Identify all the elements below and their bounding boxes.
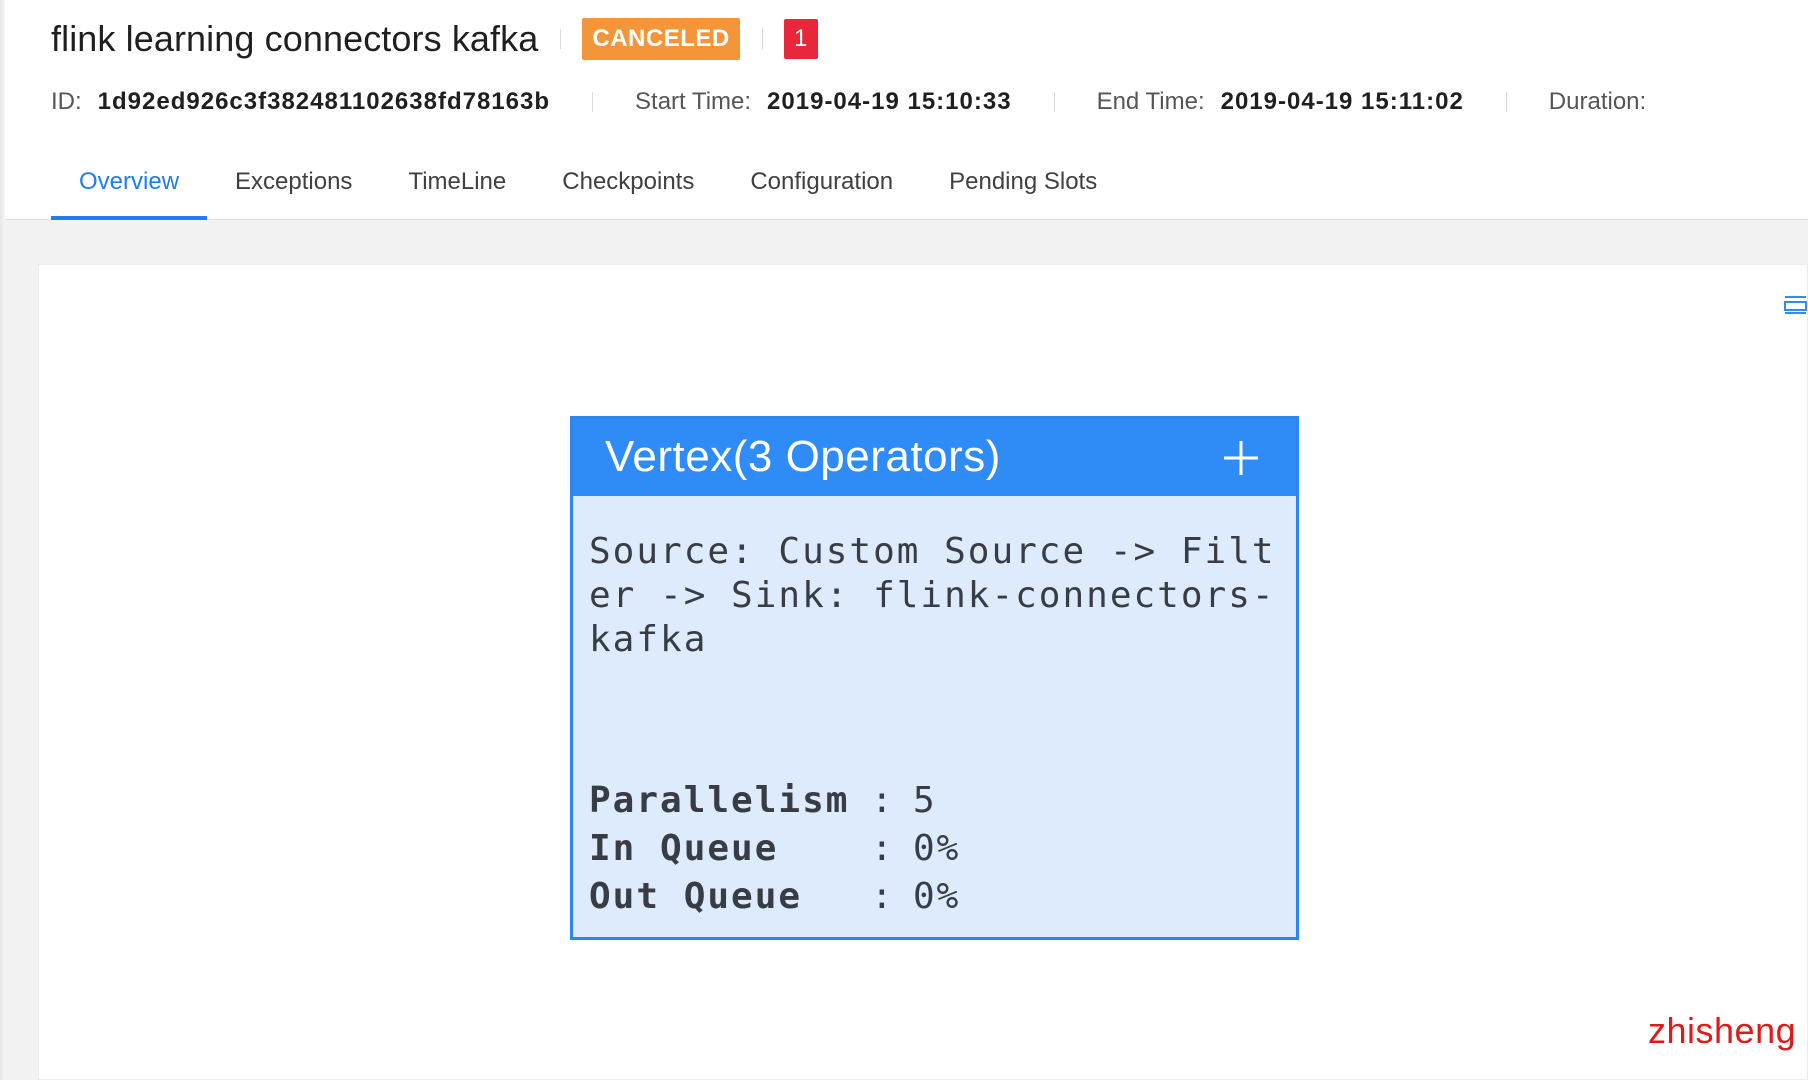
tab-bar: Overview Exceptions TimeLine Checkpoints…: [51, 148, 1125, 220]
task-count-badge: 1: [783, 19, 818, 59]
id-label: ID:: [51, 88, 82, 115]
end-time-value: 2019-04-19 15:11:02: [1220, 88, 1464, 115]
stat-label: Out Queue: [589, 876, 803, 917]
tab-checkpoints[interactable]: Checkpoints: [534, 148, 722, 219]
stat-out-queue: Out Queue: 0%: [589, 873, 960, 921]
stat-colon: :: [871, 876, 919, 917]
divider: [1053, 92, 1055, 112]
vertex-description: Source: Custom Source -> Filter -> Sink:…: [589, 531, 1276, 660]
divider: [1505, 92, 1507, 112]
vertex-title: Vertex(3 Operators): [605, 432, 1001, 481]
plus-icon[interactable]: [1222, 439, 1260, 477]
divider: [560, 29, 562, 49]
divider: [592, 92, 594, 112]
tab-configuration[interactable]: Configuration: [722, 148, 921, 219]
stat-in-queue: In Queue: 0%: [589, 825, 960, 873]
stat-value: 0%: [913, 828, 961, 869]
job-header: flink learning connectors kafka CANCELED…: [0, 0, 1808, 220]
tab-overview[interactable]: Overview: [51, 148, 208, 220]
stat-colon: :: [871, 828, 919, 869]
start-time-value: 2019-04-19 15:10:33: [767, 88, 1012, 115]
stat-parallelism: Parallelism: 5: [589, 777, 960, 825]
job-meta: ID: 1d92ed926c3f382481102638fd78163b Sta…: [51, 82, 1662, 122]
stat-label: Parallelism: [589, 780, 850, 821]
list-icon[interactable]: [1783, 295, 1808, 315]
tab-pending-slots[interactable]: Pending Slots: [921, 148, 1125, 219]
status-badge: CANCELED: [582, 18, 740, 60]
stat-label: In Queue: [589, 828, 779, 869]
job-title: flink learning connectors kafka: [51, 18, 539, 59]
stat-value: 5: [913, 780, 937, 821]
watermark: zhisheng: [1648, 1010, 1797, 1051]
left-edge: [0, 0, 5, 1080]
vertex-node[interactable]: Vertex(3 Operators) Source: Custom Sourc…: [570, 416, 1299, 940]
job-id-value: 1d92ed926c3f382481102638fd78163b: [97, 88, 551, 115]
divider: [761, 29, 763, 49]
tab-timeline[interactable]: TimeLine: [380, 148, 534, 219]
stat-colon: :: [871, 780, 919, 821]
job-detail-page: flink learning connectors kafka CANCELED…: [0, 0, 1808, 1080]
stat-value: 0%: [913, 876, 961, 917]
title-row: flink learning connectors kafka CANCELED…: [51, 14, 818, 64]
tab-exceptions[interactable]: Exceptions: [207, 148, 380, 219]
list-icon-graphic: [1784, 296, 1807, 314]
vertex-stats: Parallelism: 5 In Queue: 0% Out Queue: 0…: [589, 777, 960, 921]
start-time-label: Start Time:: [635, 88, 752, 115]
end-time-label: End Time:: [1096, 88, 1205, 115]
vertex-header: Vertex(3 Operators): [573, 419, 1296, 496]
plus-icon-graphic: [1224, 441, 1258, 475]
duration-label: Duration:: [1548, 88, 1647, 115]
